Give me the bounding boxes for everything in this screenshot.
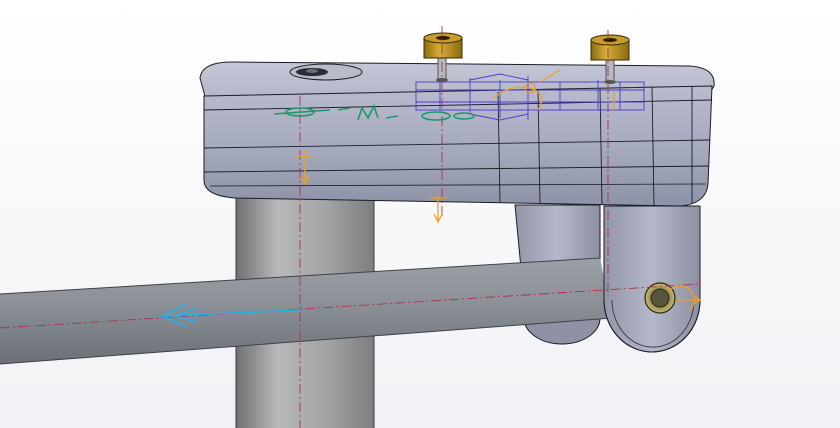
- clevis-lug-front[interactable]: [603, 205, 701, 353]
- cad-3d-viewport[interactable]: [0, 0, 840, 428]
- mounting-block[interactable]: [199, 61, 715, 207]
- model-scene[interactable]: [0, 0, 840, 428]
